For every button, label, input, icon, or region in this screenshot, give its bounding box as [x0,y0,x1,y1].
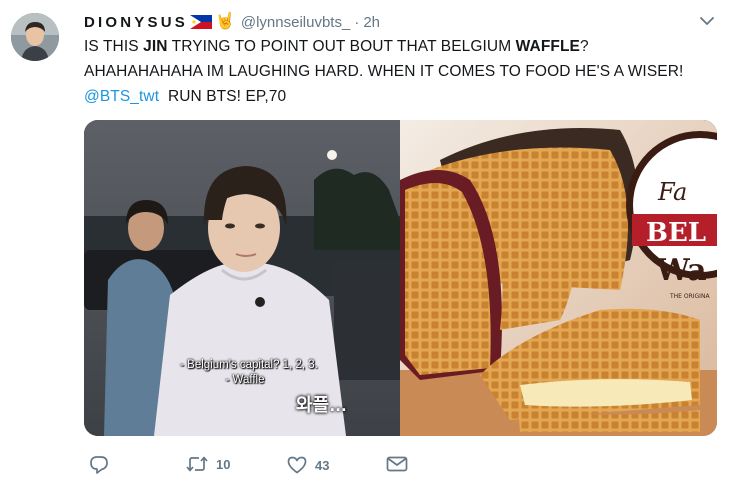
user-handle[interactable]: @lynnseiluvbts_ [241,14,350,31]
reply-icon [90,456,108,474]
sign-text-1: Fa [657,178,687,206]
media-photo-jin[interactable]: - Belgium's capital? 1, 2, 3. - Waffle 와… [84,120,400,436]
philippines-flag-icon [189,15,212,29]
tweet-text-line-2: AHAHAHAHAHA IM LAUGHING HARD. WHEN IT CO… [84,63,684,80]
tweet-text-line-3: @BTS_twt RUN BTS! EP,70 [84,84,724,109]
direct-message-button[interactable] [386,456,408,472]
retweet-count: 10 [216,456,231,472]
retweet-icon [186,456,208,472]
tweet-text-bold: WAFFLE [515,38,580,55]
tweet-text-line-1: IS THIS JIN TRYING TO POINT OUT BOUT THA… [84,34,724,59]
avatar[interactable] [11,13,59,61]
retweet-button[interactable]: 10 [186,456,230,472]
subtitle-line-1: - Belgium's capital? 1, 2, 3. [180,359,318,371]
direct-message-icon [386,456,408,472]
subtitle-line-2: - Waffle [225,374,265,386]
tweet-text-segment: TRYING TO POINT OUT BOUT THAT BELGIUM [167,38,516,55]
like-count: 43 [315,457,330,473]
tweet-text: IS THIS JIN TRYING TO POINT OUT BOUT THA… [84,34,724,109]
tweet-text-segment: IS THIS [84,38,144,55]
tweet[interactable]: DIONYSUS 🤘 @lynnseiluvbts_ · 2h IS THIS … [0,0,730,482]
sign-text-2: BEL [646,218,706,248]
heart-icon [287,456,307,474]
korean-caption: 와플… [296,395,348,415]
mention-link[interactable]: @BTS_twt [84,88,159,105]
sign-text-3: Wa [655,253,707,288]
media-grid: - Belgium's capital? 1, 2, 3. - Waffle 와… [84,120,717,436]
sign-text-4: THE ORIGINA [669,293,710,300]
media-photo-waffle[interactable]: Fa BEL Wa THE ORIGINA [400,120,717,436]
tweet-header: DIONYSUS 🤘 @lynnseiluvbts_ · 2h [84,12,380,32]
avatar-photo [11,13,59,61]
chevron-down-icon[interactable] [700,16,714,26]
video-subtitle: - Belgium's capital? 1, 2, 3. - Waffle [84,358,400,388]
like-button[interactable]: 43 [287,456,329,474]
tweet-text-segment: RUN BTS! EP,70 [167,88,287,105]
tweet-timestamp[interactable]: 2h [363,14,380,31]
tweet-text-bold: JIN [143,38,168,55]
waffle-photo-image: Fa BEL Wa THE ORIGINA [400,120,717,436]
display-name[interactable]: DIONYSUS [84,14,188,31]
jin-photo-image [84,120,400,436]
reply-button[interactable] [89,456,109,474]
header-separator: · [354,13,360,31]
rock-hand-emoji: 🤘 [214,13,235,30]
tweet-text-segment: ? [579,38,589,55]
